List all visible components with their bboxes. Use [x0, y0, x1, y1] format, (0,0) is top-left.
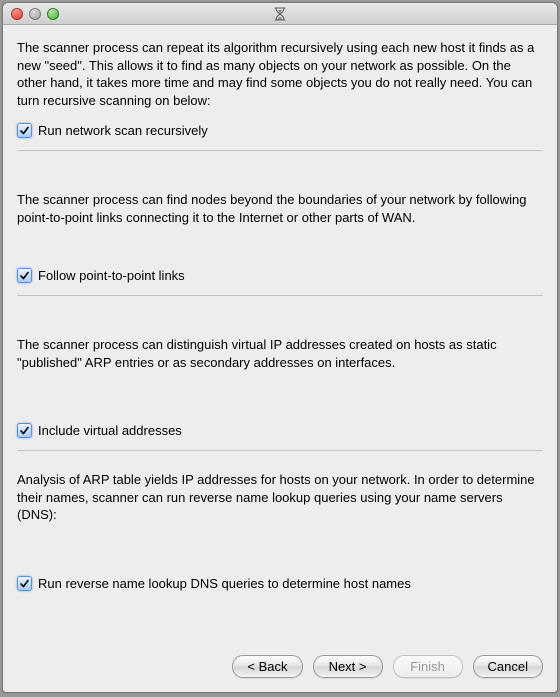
ptp-description: The scanner process can find nodes beyon… — [17, 191, 543, 226]
ptp-checkbox[interactable] — [17, 268, 32, 283]
recursive-checkbox-label: Run network scan recursively — [38, 123, 208, 138]
next-button[interactable]: Next > — [313, 655, 383, 678]
virtual-checkbox[interactable] — [17, 423, 32, 438]
ptp-checkbox-label: Follow point-to-point links — [38, 268, 185, 283]
dns-check-row: Run reverse name lookup DNS queries to d… — [17, 576, 543, 591]
separator — [17, 150, 543, 151]
zoom-window-button[interactable] — [47, 8, 59, 20]
back-button[interactable]: < Back — [232, 655, 302, 678]
separator — [17, 295, 543, 296]
hourglass-icon — [274, 7, 286, 21]
virtual-check-row: Include virtual addresses — [17, 423, 543, 438]
recursive-description: The scanner process can repeat its algor… — [17, 39, 543, 109]
separator — [17, 450, 543, 451]
wizard-window: The scanner process can repeat its algor… — [2, 2, 558, 693]
dns-checkbox[interactable] — [17, 576, 32, 591]
titlebar — [3, 3, 557, 25]
ptp-check-row: Follow point-to-point links — [17, 268, 543, 283]
virtual-description: The scanner process can distinguish virt… — [17, 336, 543, 371]
window-controls — [3, 8, 59, 20]
wizard-button-bar: < Back Next > Finish Cancel — [3, 645, 557, 692]
recursive-checkbox[interactable] — [17, 123, 32, 138]
dns-checkbox-label: Run reverse name lookup DNS queries to d… — [38, 576, 411, 591]
finish-button: Finish — [393, 655, 463, 678]
wizard-content: The scanner process can repeat its algor… — [3, 25, 557, 645]
minimize-window-button[interactable] — [29, 8, 41, 20]
dns-description: Analysis of ARP table yields IP addresse… — [17, 471, 543, 524]
close-window-button[interactable] — [11, 8, 23, 20]
virtual-checkbox-label: Include virtual addresses — [38, 423, 182, 438]
cancel-button[interactable]: Cancel — [473, 655, 543, 678]
recursive-check-row: Run network scan recursively — [17, 123, 543, 138]
